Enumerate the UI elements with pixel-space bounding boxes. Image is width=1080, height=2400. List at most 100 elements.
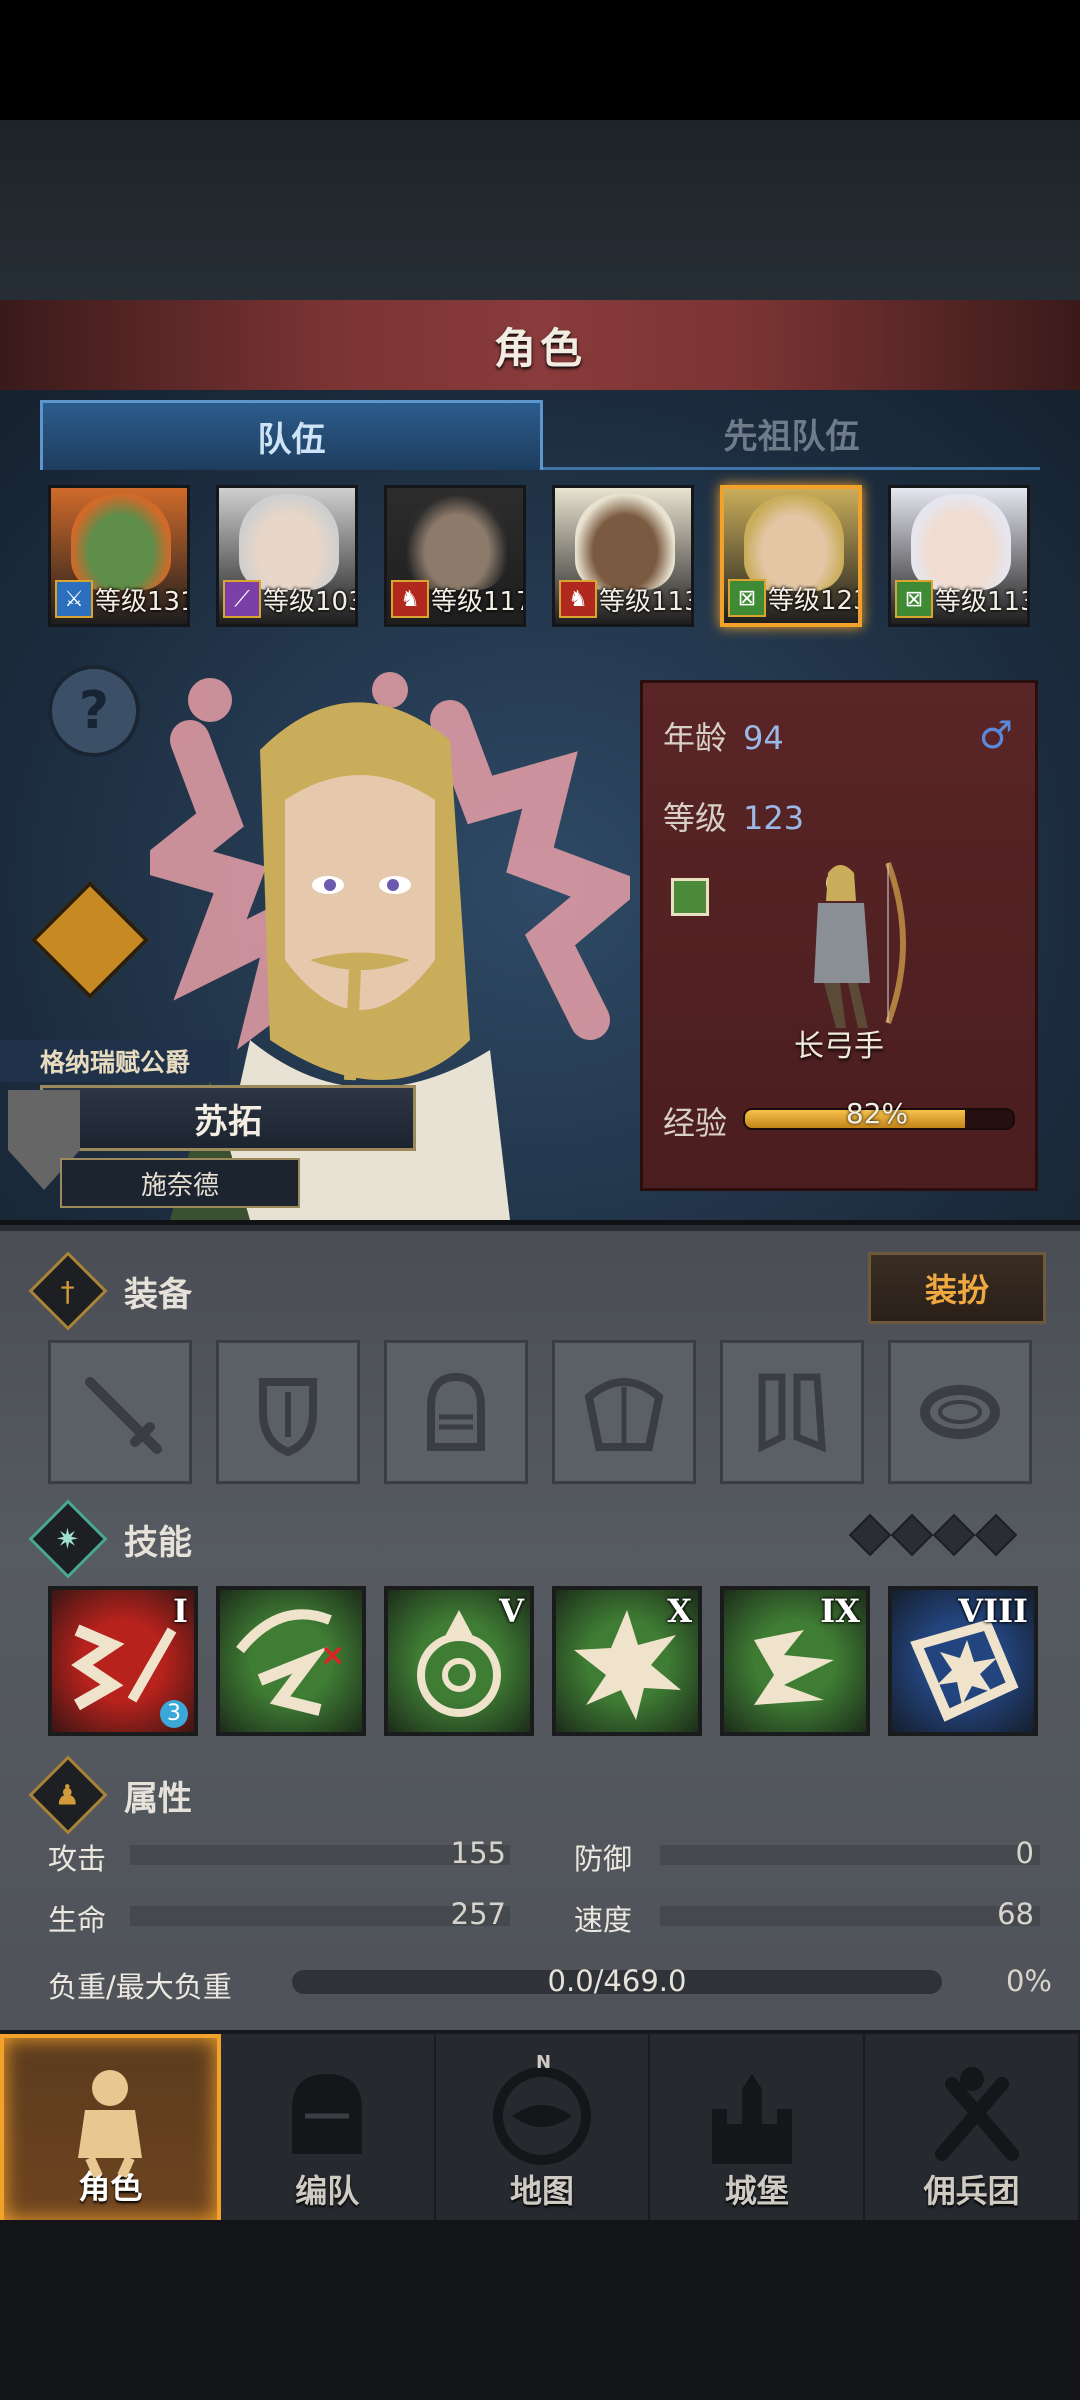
skill-slot[interactable]: × [216,1586,366,1736]
hero-roster: ⚔ 等级131 ⟋ 等级103 ♞ 等级117 ♞ 等级113 ⊠ 等级123 … [48,485,1038,630]
hero-level: 等级103 [263,587,358,617]
hero-portrait [239,494,339,590]
equipment-header: † 装备 [28,1251,192,1331]
skill-point-diamond-icon [974,1513,1018,1557]
helmet-formation-icon [292,2074,363,2154]
hero-card[interactable]: ♞ 等级113 [552,485,694,627]
armor-slot[interactable] [552,1340,696,1484]
ring-slot-icon [920,1385,1000,1439]
header-backdrop [0,120,1080,300]
nav-formation[interactable]: 编队 [221,2034,436,2224]
hero-card-selected[interactable]: ⊠ 等级123 [720,485,862,627]
question-icon: ? [78,681,110,741]
equipment-slots [48,1340,1038,1485]
skill-slot[interactable]: IX [720,1586,870,1736]
character-name: 苏拓 [40,1085,416,1151]
weight-percent: 0% [1005,1964,1052,1998]
bow-class-icon [671,878,709,916]
noble-title: 格纳瑞赋公爵 [0,1040,230,1082]
bow-icon: ⊠ [728,579,766,617]
weapon-slot[interactable] [48,1340,192,1484]
hero-portrait [407,494,507,590]
boots-slot[interactable] [720,1340,864,1484]
attributes-title: 属性 [124,1778,192,1819]
staff-icon: ⟋ [223,580,261,618]
tab-ancestor-team[interactable]: 先祖队伍 [543,400,1040,470]
skill-point-diamond-icon [932,1513,976,1557]
boots-slot-icon [758,1373,826,1453]
speed-label: 速度 [574,1903,633,1937]
system-nav-area [0,2220,1080,2400]
character-stats-card: 年龄 94 ♂ 等级 123 长弓手 经验 82% [640,680,1038,1191]
weight-value: 0.0/469.0 [547,1964,687,1998]
ring-slot[interactable] [888,1340,1032,1484]
help-button[interactable]: ? [48,665,140,757]
hero-portrait [71,494,171,590]
skill-point-diamond-icon [848,1513,892,1557]
sword-icon: ⚔ [55,580,93,618]
class-name: 长弓手 [794,1029,884,1064]
hero-card[interactable]: ♞ 等级117 [384,485,526,627]
compass-north-letter: N [536,2054,551,2073]
horse-icon: ♞ [391,580,429,618]
hero-level: 等级131 [95,587,190,617]
bottom-nav: 角色 编队 N 地图 城堡 佣兵团 [0,2030,1080,2224]
nav-castle[interactable]: 城堡 [650,2034,866,2224]
figure-icon: ♟ [28,1755,108,1835]
character-surname: 施奈德 [60,1158,300,1208]
character-name-text: 苏拓 [194,1101,262,1142]
skill-rank: IX [820,1592,860,1630]
hero-portrait [744,495,844,591]
level-row: 等级 123 [663,793,804,839]
level-label: 等级 [663,799,728,837]
hero-portrait [575,494,675,590]
longbowman-figure [814,861,906,1028]
hero-card[interactable]: ⟋ 等级103 [216,485,358,627]
age-label: 年龄 [663,719,728,757]
skill-rank: X [667,1592,692,1630]
attack-value: 155 [450,1836,506,1870]
skill-point-diamond-icon [890,1513,934,1557]
attributes-header: ♟ 属性 [28,1755,192,1835]
team-tabs: 队伍 先祖队伍 [40,400,1040,470]
skill-rank: VIII [958,1592,1028,1630]
sword-slot-icon [85,1377,162,1454]
skill-points [848,1513,1018,1557]
knight-icon [78,2070,143,2178]
skill-slot[interactable]: I 3 [48,1586,198,1736]
hero-level: 等级113 [599,587,694,617]
tab-team[interactable]: 队伍 [40,400,543,470]
skill-slot[interactable]: VIII [888,1586,1038,1736]
compass-map-icon: N [492,2054,591,2165]
nav-mercenary[interactable]: 佣兵团 [865,2034,1080,2224]
level-value: 123 [743,799,805,837]
nav-character[interactable]: 角色 [0,2034,221,2224]
skill-charge-badge: 3 [160,1700,188,1728]
helmet-slot-icon [427,1372,485,1451]
defense-label: 防御 [574,1842,633,1876]
nav-map[interactable]: N 地图 [436,2034,651,2224]
hero-portrait [911,494,1011,590]
tab-ancestor-team-label: 先祖队伍 [723,417,860,457]
mercenary-icon [934,2067,1019,2161]
dress-up-button[interactable]: 装扮 [868,1252,1046,1324]
hero-card[interactable]: ⊠ 等级113 [888,485,1030,627]
hero-card[interactable]: ⚔ 等级131 [48,485,190,627]
skill-slot[interactable]: V [384,1586,534,1736]
bow-icon: ⊠ [895,580,933,618]
skills-header: ✷ 技能 [28,1499,192,1579]
speed-value: 68 [997,1897,1034,1931]
dagger-icon: † [28,1251,108,1331]
hero-level: 等级113 [935,587,1030,617]
skill-slot[interactable]: X [552,1586,702,1736]
page-title: 角色 [493,323,586,373]
hero-level: 等级123 [768,586,862,616]
defense-value: 0 [1015,1836,1034,1870]
character-surname-text: 施奈德 [140,1170,219,1201]
armor-slot-icon [584,1378,664,1451]
shield-slot[interactable] [216,1340,360,1484]
weight-label: 负重/最大负重 [48,1970,232,2004]
skill-list: I 3 × V X IX VIII [48,1586,1038,1738]
bow-shot-skill-icon: × [236,1609,345,1716]
helmet-slot[interactable] [384,1340,528,1484]
